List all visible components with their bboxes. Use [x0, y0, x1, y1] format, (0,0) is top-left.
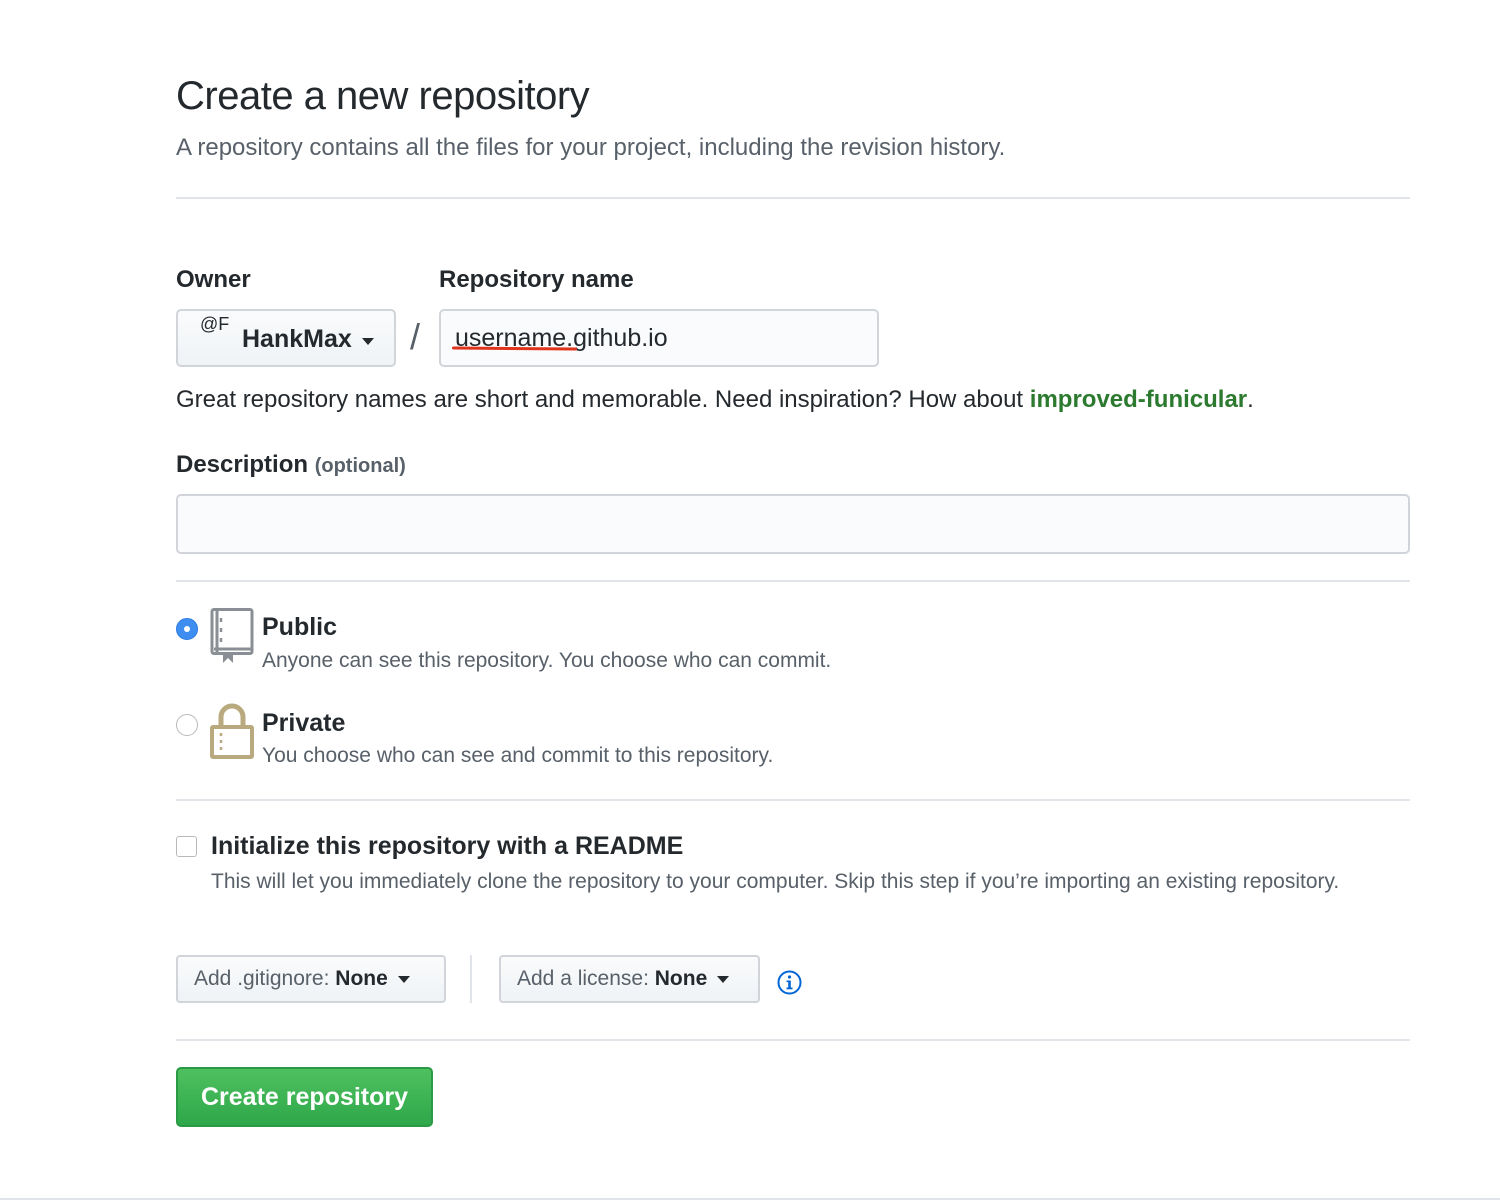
readme-title: Initialize this repository with a README — [211, 832, 684, 860]
readme-description: This will let you immediately clone the … — [211, 870, 1340, 893]
chevron-down-icon — [717, 975, 730, 983]
license-prefix: Add a license: — [517, 967, 649, 990]
gitignore-dropdown[interactable]: Add .gitignore: None — [176, 955, 446, 1003]
name-hint: Great repository names are short and mem… — [176, 386, 1254, 414]
hint-text: Great repository names are short and mem… — [176, 386, 1030, 413]
lock-icon — [210, 703, 254, 759]
divider — [176, 197, 1410, 199]
divider — [176, 799, 1410, 801]
owner-label: Owner — [176, 266, 251, 293]
page-subtitle: A repository contains all the files for … — [176, 134, 1006, 161]
owner-avatar: @F — [200, 314, 230, 334]
hint-end: . — [1247, 386, 1254, 413]
repo-icon — [210, 608, 254, 664]
public-title: Public — [262, 613, 338, 641]
gitignore-value: None — [335, 967, 388, 990]
divider — [176, 1039, 1410, 1041]
divider — [176, 580, 1410, 582]
license-value: None — [654, 967, 708, 990]
chevron-down-icon — [397, 975, 410, 983]
repository-name-input[interactable] — [439, 309, 879, 367]
create-repository-button[interactable]: Create repository — [176, 1067, 433, 1127]
readme-checkbox[interactable] — [176, 836, 197, 857]
owner-dropdown[interactable]: @F HankMax — [176, 309, 396, 367]
private-description: You choose who can see and commit to thi… — [262, 744, 774, 767]
bottom-divider — [0, 1198, 1500, 1200]
repo-name-label: Repository name — [439, 266, 634, 293]
description-label-text: Description — [176, 451, 309, 478]
page-title: Create a new repository — [176, 74, 590, 118]
vertical-divider — [470, 955, 472, 1003]
license-dropdown[interactable]: Add a license: None — [499, 955, 760, 1003]
description-label: Description (optional) — [176, 451, 406, 479]
owner-name: HankMax — [242, 325, 352, 353]
info-icon[interactable] — [777, 970, 802, 995]
chevron-down-icon — [362, 338, 374, 345]
public-radio[interactable] — [176, 618, 198, 640]
optional-note: (optional) — [314, 455, 406, 477]
public-description: Anyone can see this repository. You choo… — [262, 649, 832, 672]
owner-repo-separator: / — [410, 316, 421, 357]
suggestion-link[interactable]: improved-funicular — [1030, 386, 1247, 413]
gitignore-prefix: Add .gitignore: — [194, 967, 330, 990]
description-input[interactable] — [176, 494, 1410, 554]
private-title: Private — [262, 709, 346, 737]
private-radio[interactable] — [176, 714, 198, 736]
